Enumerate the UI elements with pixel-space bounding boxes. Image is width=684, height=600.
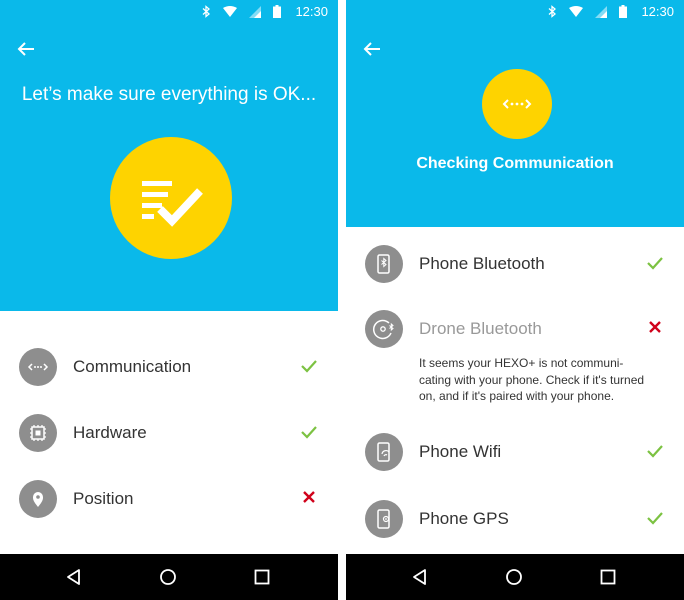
- error-message: It seems your HEXO+ is not communi-catin…: [419, 356, 645, 403]
- list-item-position[interactable]: Position: [0, 474, 338, 524]
- navigation-bar: [0, 554, 338, 600]
- chip-icon: [19, 414, 57, 452]
- phone-bluetooth-icon: [365, 245, 403, 283]
- checklist-badge: [110, 137, 232, 259]
- screen-divider: [338, 0, 346, 600]
- signal-icon: [595, 5, 608, 18]
- item-label: Hardware: [73, 423, 147, 442]
- list-item-communication[interactable]: Communication: [0, 342, 338, 392]
- communication-badge: [482, 69, 552, 139]
- page-title: Let’s make sure everything is OK...: [21, 84, 317, 105]
- location-pin-icon: [19, 480, 57, 518]
- phone-gps-icon: [365, 500, 403, 538]
- checklist-screen: 12:30 Let’s make sure everything is OK..…: [0, 0, 338, 600]
- communication-icon: [19, 348, 57, 386]
- communication-icon: [502, 99, 532, 109]
- status-bar: 12:30: [346, 0, 684, 24]
- communication-check-screen: 12:30 Checking Communication Phone Bluet…: [346, 0, 684, 600]
- nav-home-icon[interactable]: [504, 567, 524, 587]
- nav-recents-icon[interactable]: [598, 567, 618, 587]
- signal-icon: [249, 5, 262, 18]
- cross-icon: [646, 320, 664, 336]
- item-label: Communication: [73, 357, 192, 376]
- item-label: Phone Wifi: [419, 442, 502, 461]
- list-item-phone-wifi[interactable]: Phone Wifi: [346, 427, 684, 477]
- navigation-bar: [346, 554, 684, 600]
- header-panel: Let’s make sure everything is OK...: [0, 24, 338, 311]
- cross-icon: [300, 490, 318, 506]
- check-icon: [300, 358, 318, 374]
- status-time: 12:30: [641, 4, 674, 19]
- item-label: Phone GPS: [419, 509, 509, 528]
- nav-back-icon[interactable]: [410, 567, 430, 587]
- wifi-icon: [569, 5, 584, 18]
- item-label: Position: [73, 489, 134, 508]
- header-panel: Checking Communication: [346, 24, 684, 227]
- nav-recents-icon[interactable]: [252, 567, 272, 587]
- list-item-hardware[interactable]: Hardware: [0, 408, 338, 458]
- status-time: 12:30: [295, 4, 328, 19]
- battery-icon: [619, 5, 628, 18]
- list-item-phone-gps[interactable]: Phone GPS: [346, 494, 684, 544]
- status-bar: 12:30: [0, 0, 338, 24]
- item-label: Drone Bluetooth: [419, 319, 542, 338]
- battery-icon: [273, 5, 282, 18]
- phone-wifi-icon: [365, 433, 403, 471]
- wifi-icon: [223, 5, 238, 18]
- bluetooth-icon: [547, 5, 557, 18]
- drone-bluetooth-icon: [365, 310, 403, 348]
- back-arrow-icon[interactable]: [362, 41, 382, 57]
- item-label: Phone Bluetooth: [419, 254, 545, 273]
- page-title: Checking Communication: [416, 155, 614, 172]
- nav-back-icon[interactable]: [64, 567, 84, 587]
- nav-home-icon[interactable]: [158, 567, 178, 587]
- check-icon: [646, 443, 664, 459]
- list-item-drone-bluetooth[interactable]: Drone Bluetooth: [346, 304, 684, 354]
- back-arrow-icon[interactable]: [16, 41, 36, 57]
- checklist-icon: [142, 181, 203, 227]
- check-icon: [300, 424, 318, 440]
- bluetooth-icon: [201, 5, 211, 18]
- check-icon: [646, 255, 664, 271]
- list-item-phone-bluetooth[interactable]: Phone Bluetooth: [346, 239, 684, 289]
- check-icon: [646, 510, 664, 526]
